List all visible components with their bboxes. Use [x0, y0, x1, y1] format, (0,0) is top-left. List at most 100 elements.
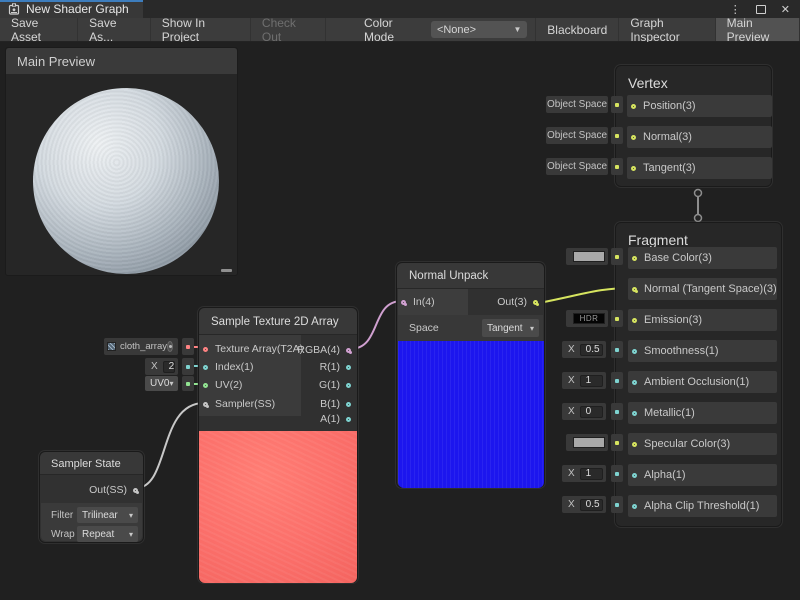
window-menu-icon[interactable]: ⋮ [730, 3, 741, 16]
maximize-icon[interactable] [756, 5, 766, 14]
normal-tangent-port[interactable] [632, 287, 637, 292]
occlusion-value-field[interactable]: 1 [580, 375, 603, 387]
texture-thumbnail-icon [107, 342, 116, 351]
index-value-field[interactable]: 2 [163, 361, 176, 373]
metallic-dot [611, 403, 623, 420]
fragment-row-normal: Normal (Tangent Space)(3) [628, 278, 777, 300]
uv-port[interactable] [203, 383, 208, 388]
tangent-port[interactable] [631, 166, 636, 171]
alphaclip-port[interactable] [632, 504, 637, 509]
basecolor-swatch-widget[interactable] [566, 248, 608, 265]
unpack-in-row: In(4) [397, 294, 435, 310]
emission-port[interactable] [632, 318, 637, 323]
b-port[interactable] [346, 402, 351, 407]
vertex-row-normal: Normal(3) [627, 126, 772, 148]
smoothness-label: Smoothness(1) [644, 345, 719, 357]
in4-port[interactable] [401, 300, 406, 305]
cloth-array-object-field[interactable]: cloth_array [104, 338, 178, 355]
g-port[interactable] [346, 383, 351, 388]
fragment-row-metallic: Metallic(1) [628, 402, 777, 424]
specular-swatch-widget[interactable] [566, 434, 608, 451]
vertex-node[interactable]: Vertex Position(3) Normal(3) Tangent(3) [615, 65, 772, 187]
basecolor-swatch[interactable] [573, 251, 605, 262]
x-label: X [568, 344, 575, 355]
graph-inspector-toggle[interactable]: Graph Inspector [619, 18, 715, 41]
save-as-button[interactable]: Save As... [78, 18, 151, 41]
preview-resize-handle[interactable] [221, 269, 232, 272]
index-dot [182, 358, 194, 375]
out-ss-port[interactable] [133, 488, 138, 493]
emission-hdr-swatch[interactable]: HDR [573, 313, 605, 324]
uv-channel-dropdown[interactable]: UV0 ▾ [145, 376, 178, 391]
basecolor-port[interactable] [632, 256, 637, 261]
sampler-state-node[interactable]: Sampler State Out(SS) Filter Trilinear ▾… [39, 451, 144, 543]
color-mode-dropdown[interactable]: <None> ▼ [431, 21, 527, 38]
wrap-dropdown[interactable]: Repeat ▾ [77, 526, 138, 542]
fragment-row-occlusion: Ambient Occlusion(1) [628, 371, 777, 393]
metallic-port[interactable] [632, 411, 637, 416]
specular-swatch[interactable] [573, 437, 605, 448]
alpha-value-field[interactable]: 1 [580, 468, 603, 480]
sampler-port[interactable] [203, 402, 208, 407]
occlusion-float-widget[interactable]: X 1 [562, 372, 606, 389]
show-in-project-button[interactable]: Show In Project [151, 18, 251, 41]
index-float-widget[interactable]: X 2 [145, 358, 178, 375]
unpack-node-title: Normal Unpack [397, 263, 544, 282]
uv-label: UV(2) [215, 379, 242, 391]
alpha-port[interactable] [632, 473, 637, 478]
metallic-label: Metallic(1) [644, 407, 695, 419]
alpha-float-widget[interactable]: X 1 [562, 465, 606, 482]
x-label: X [568, 499, 575, 510]
fragment-row-specular: Specular Color(3) [628, 433, 777, 455]
metallic-float-widget[interactable]: X 0 [562, 403, 606, 420]
position-space-widget[interactable]: Object Space [546, 96, 608, 113]
close-icon[interactable]: ✕ [781, 3, 790, 16]
position-port[interactable] [631, 104, 636, 109]
normal-unpack-node[interactable]: Normal Unpack In(4) Out(3) Space Tangent… [396, 262, 545, 488]
normal-port[interactable] [631, 135, 636, 140]
object-picker-icon[interactable] [167, 341, 173, 352]
filter-dropdown[interactable]: Trilinear ▾ [77, 507, 138, 523]
texture-array-label: Texture Array(T2A) [215, 343, 303, 355]
main-preview-panel: Main Preview [5, 47, 238, 276]
smoothness-port[interactable] [632, 349, 637, 354]
unpack-out-row: Out(3) [497, 294, 538, 310]
index-port[interactable] [203, 365, 208, 370]
rgba-port[interactable] [346, 348, 351, 353]
main-preview-toggle[interactable]: Main Preview [716, 18, 800, 41]
save-asset-button[interactable]: Save Asset [0, 18, 78, 41]
sample-node-titlebar[interactable]: Sample Texture 2D Array [199, 308, 357, 335]
smoothness-value-field[interactable]: 0.5 [580, 344, 603, 356]
main-preview-header[interactable]: Main Preview [6, 48, 237, 74]
color-mode-label: Color Mode [354, 18, 431, 41]
alphaclip-value-field[interactable]: 0.5 [580, 499, 603, 511]
a-port[interactable] [346, 417, 351, 422]
edge-samplerstate-sampler[interactable] [136, 403, 204, 488]
vertex-title: Vertex [616, 66, 771, 91]
normal-space-widget[interactable]: Object Space [546, 127, 608, 144]
unpack-node-titlebar[interactable]: Normal Unpack [397, 263, 544, 289]
space-dropdown[interactable]: Tangent ▾ [482, 319, 539, 337]
sample-texture-node[interactable]: Sample Texture 2D Array Texture Array(T2… [198, 307, 358, 583]
smoothness-float-widget[interactable]: X 0.5 [562, 341, 606, 358]
graph-canvas[interactable]: Main Preview Vertex Position(3) Normal(3… [0, 42, 800, 600]
texture-array-port[interactable] [203, 347, 208, 352]
in4-label: In(4) [413, 296, 435, 308]
alphaclip-float-widget[interactable]: X 0.5 [562, 496, 606, 513]
chevron-down-icon: ▾ [129, 530, 133, 539]
sampler-state-titlebar[interactable]: Sampler State [40, 452, 143, 475]
alphaclip-label: Alpha Clip Threshold(1) [644, 500, 759, 512]
r-port[interactable] [346, 365, 351, 370]
out3-port[interactable] [533, 300, 538, 305]
rgba-label: RGBA(4) [297, 344, 340, 356]
input-texture-array: Texture Array(T2A) [199, 341, 303, 357]
metallic-value-field[interactable]: 0 [580, 406, 603, 418]
main-preview-title: Main Preview [17, 54, 95, 69]
blackboard-toggle[interactable]: Blackboard [536, 18, 619, 41]
specular-port[interactable] [632, 442, 637, 447]
fragment-node[interactable]: Fragment Base Color(3) Normal (Tangent S… [615, 222, 782, 527]
emission-hdr-widget[interactable]: HDR [566, 310, 608, 327]
uv-channel-value: UV0 [150, 378, 169, 389]
tangent-space-widget[interactable]: Object Space [546, 158, 608, 175]
occlusion-port[interactable] [632, 380, 637, 385]
